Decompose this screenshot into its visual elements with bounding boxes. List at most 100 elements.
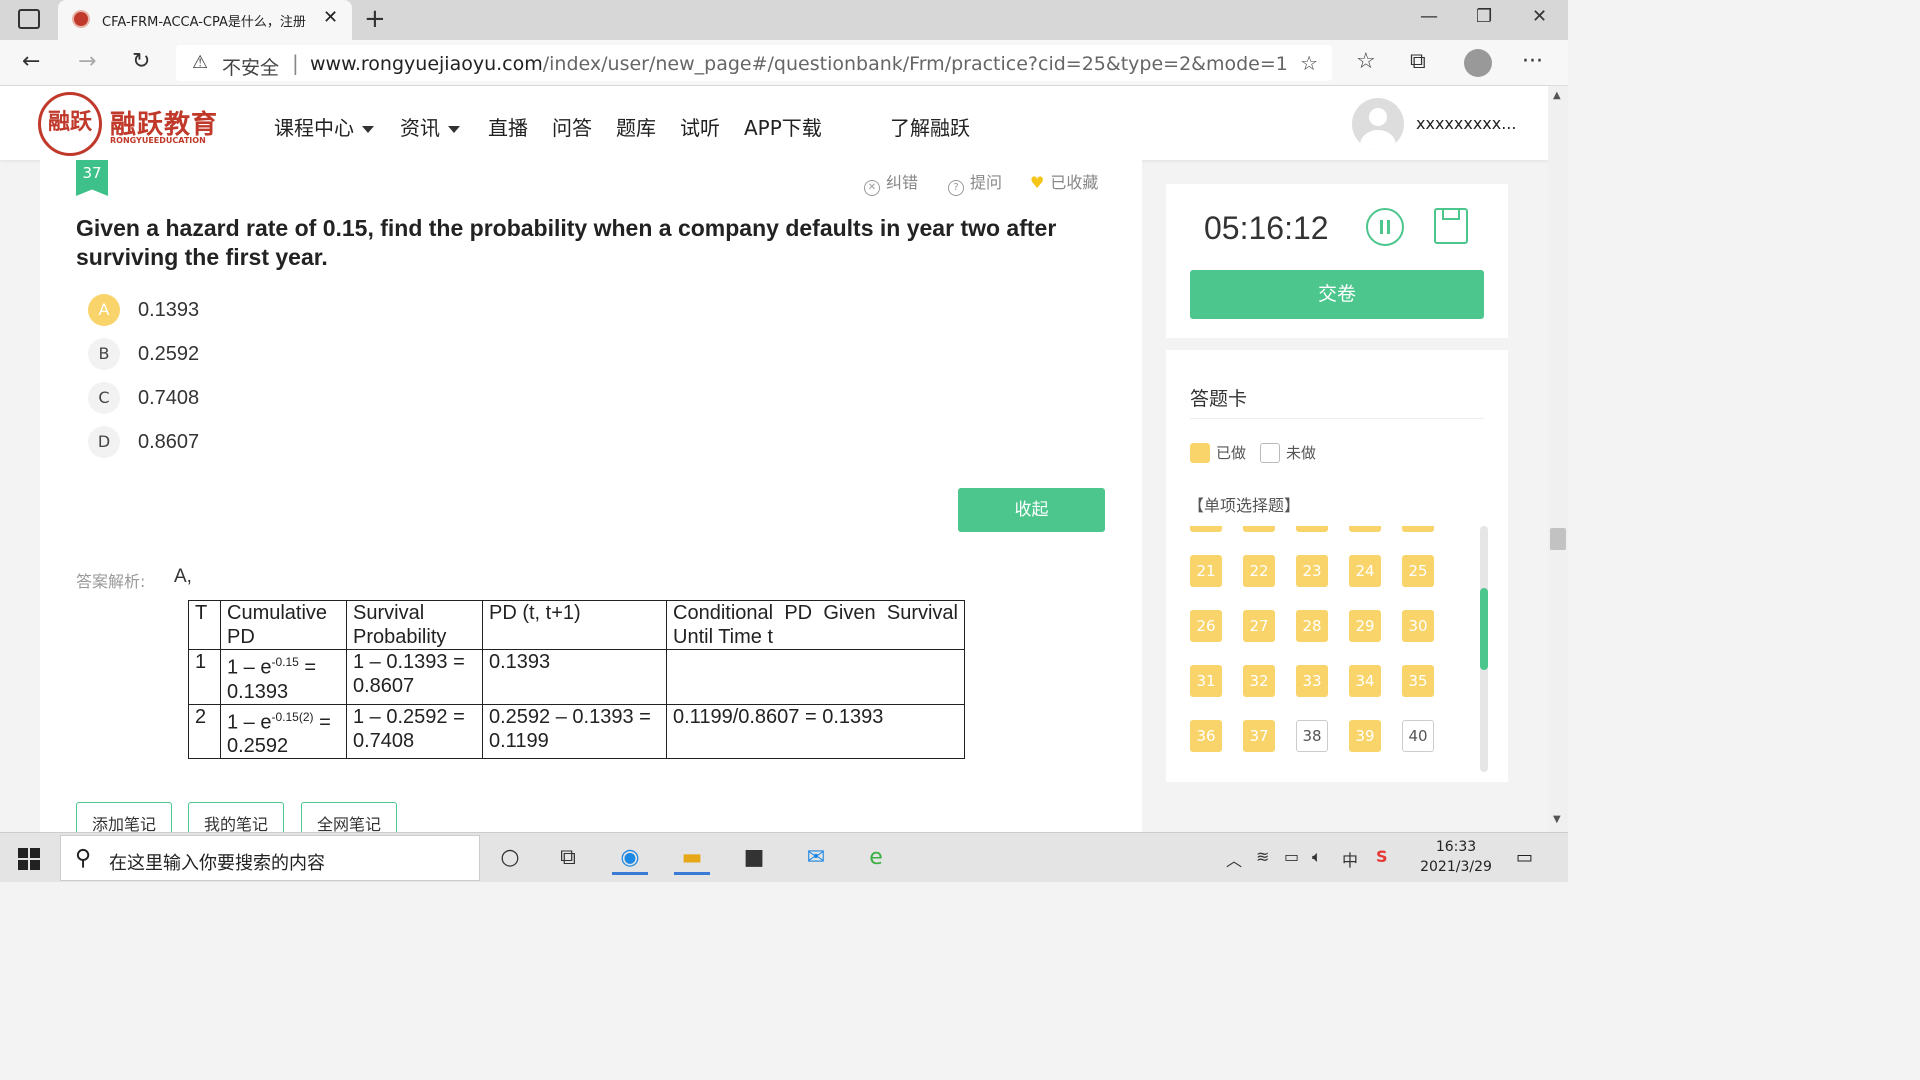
answer-card-item[interactable]: 19 [1349, 526, 1381, 532]
show-hidden-icons[interactable]: ︿ [1226, 847, 1242, 871]
favorites-icon[interactable]: ☆ [1356, 49, 1376, 74]
explanation-answer: A, [174, 566, 192, 587]
answer-card-item[interactable]: 40 [1402, 720, 1434, 752]
submit-exam-button[interactable]: 交卷 [1190, 270, 1484, 319]
nav-app-download[interactable]: APP下载 [744, 112, 822, 141]
favorited-button[interactable]: ♥ 已收藏 [1030, 169, 1098, 193]
edge-icon[interactable]: ◉ [612, 841, 648, 875]
tab-close-icon[interactable]: ✕ [323, 7, 338, 28]
table-cell: 0.2592 – 0.1393 = 0.1199 [482, 703, 667, 760]
minimize-icon[interactable]: — [1420, 6, 1438, 27]
answer-card-item[interactable]: 39 [1349, 720, 1381, 752]
task-view-icon[interactable]: ⧉ [550, 841, 586, 875]
site-favicon [72, 10, 90, 28]
pause-icon[interactable] [1366, 208, 1404, 246]
start-logo-pane [30, 848, 40, 858]
formula-exponent: -0.15 [271, 655, 299, 669]
answer-card-item[interactable]: 28 [1296, 610, 1328, 642]
collapse-button[interactable]: 收起 [958, 488, 1105, 532]
my-notes-button[interactable]: 我的笔记 [188, 802, 284, 832]
page-scrollbar[interactable]: ▲ ▼ [1548, 86, 1568, 832]
report-error-button[interactable]: ✕ 纠错 [864, 169, 918, 196]
nav-courses[interactable]: 课程中心 [274, 112, 374, 141]
answer-card-item[interactable]: 21 [1190, 555, 1222, 587]
taskbar-clock[interactable]: 16:33 2021/3/29 [1404, 837, 1508, 877]
answer-card-item[interactable]: 26 [1190, 610, 1222, 642]
user-avatar[interactable] [1352, 98, 1404, 150]
table-header: PD (t, t+1) [482, 600, 667, 650]
question-text: Given a hazard rate of 0.15, find the pr… [76, 215, 1057, 270]
ime-indicator[interactable]: 中 [1342, 847, 1358, 871]
answer-card-item[interactable]: 17 [1243, 526, 1275, 532]
windows-start-icon[interactable] [18, 848, 40, 870]
answer-card-item[interactable]: 37 [1243, 720, 1275, 752]
scrollbar-thumb[interactable] [1550, 528, 1566, 550]
cortana-icon[interactable]: ○ [492, 841, 528, 875]
ie-icon[interactable]: e [858, 841, 894, 875]
file-explorer-icon[interactable]: ▬ [674, 841, 710, 875]
answer-card-item[interactable]: 36 [1190, 720, 1222, 752]
answer-card-item[interactable]: 24 [1349, 555, 1381, 587]
countdown-timer: 05:16:12 [1204, 210, 1329, 246]
add-note-button[interactable]: 添加笔记 [76, 802, 172, 832]
wifi-icon[interactable]: ≋ [1256, 847, 1269, 866]
answer-card-scrollbar[interactable] [1480, 526, 1488, 772]
close-window-icon[interactable]: ✕ [1532, 6, 1547, 27]
restore-icon[interactable]: ❐ [1476, 6, 1492, 27]
volume-icon[interactable]: 🔈︎ [1312, 847, 1322, 867]
new-tab-button[interactable]: + [364, 4, 386, 34]
browser-tab[interactable]: CFA-FRM-ACCA-CPA是什么，注册 ✕ [58, 0, 352, 40]
nav-news[interactable]: 资讯 [400, 112, 460, 141]
answer-card-item[interactable]: 29 [1349, 610, 1381, 642]
add-favorite-icon[interactable]: ☆ [1300, 51, 1318, 75]
nav-questionbank[interactable]: 题库 [616, 112, 656, 141]
mail-icon[interactable]: ✉ [798, 841, 834, 875]
ask-question-button[interactable]: ? 提问 [948, 169, 1002, 196]
scrollbar-thumb[interactable] [1480, 588, 1488, 670]
profile-icon[interactable] [1464, 49, 1492, 77]
more-icon[interactable]: ··· [1522, 49, 1543, 74]
answer-card-item[interactable]: 35 [1402, 665, 1434, 697]
error-icon: ✕ [864, 180, 880, 196]
url-text[interactable]: www.rongyuejiaoyu.com/index/user/new_pag… [310, 53, 1288, 75]
sogou-icon[interactable]: S [1376, 847, 1388, 866]
save-icon[interactable] [1434, 208, 1468, 244]
collections-icon[interactable]: ⧉ [1410, 49, 1426, 74]
tab-title: CFA-FRM-ACCA-CPA是什么，注册 [102, 15, 306, 30]
scroll-up-icon[interactable]: ▲ [1553, 90, 1561, 101]
scroll-down-icon[interactable]: ▼ [1553, 814, 1561, 825]
answer-card-item[interactable]: 16 [1190, 526, 1222, 532]
notification-icon[interactable]: ▭ [1516, 847, 1533, 868]
table-row: 1 1 – e-0.15 = 0.1393 1 – 0.1393 = 0.860… [188, 649, 965, 705]
store-icon[interactable]: ■ [736, 841, 772, 875]
address-bar[interactable]: ⚠ 不安全 | www.rongyuejiaoyu.com/index/user… [176, 45, 1332, 81]
option-value: 0.7408 [138, 387, 200, 409]
tab-actions-icon[interactable] [18, 9, 40, 29]
answer-card-item[interactable]: 27 [1243, 610, 1275, 642]
answer-card-item[interactable]: 18 [1296, 526, 1328, 532]
answer-card-item[interactable]: 34 [1349, 665, 1381, 697]
site-logo[interactable]: 融跃 融跃教育 RONGYUEEDUCATION [38, 92, 218, 156]
answer-card-item[interactable]: 31 [1190, 665, 1222, 697]
back-icon[interactable]: ← [22, 49, 40, 74]
answer-card-item[interactable]: 25 [1402, 555, 1434, 587]
username[interactable]: xxxxxxxxx... [1416, 114, 1516, 133]
answer-card-item[interactable]: 38 [1296, 720, 1328, 752]
nav-qa[interactable]: 问答 [552, 112, 592, 141]
nav-trial[interactable]: 试听 [680, 112, 720, 141]
answer-card-item[interactable]: 22 [1243, 555, 1275, 587]
logo-seal: 融跃 [38, 92, 102, 156]
answer-card-item[interactable]: 30 [1402, 610, 1434, 642]
all-notes-button[interactable]: 全网笔记 [301, 802, 397, 832]
nav-live[interactable]: 直播 [488, 112, 528, 141]
answer-card-item[interactable]: 23 [1296, 555, 1328, 587]
nav-about[interactable]: 了解融跃 [890, 112, 970, 141]
forward-icon[interactable]: → [78, 49, 96, 74]
start-logo-pane [18, 860, 28, 870]
answer-card-item[interactable]: 20 [1402, 526, 1434, 532]
answer-card-item[interactable]: 32 [1243, 665, 1275, 697]
battery-icon[interactable]: ▭ [1284, 847, 1299, 866]
refresh-icon[interactable]: ↻ [132, 49, 150, 74]
taskbar-search[interactable]: ⚲ 在这里输入你要搜索的内容 [60, 835, 480, 881]
answer-card-item[interactable]: 33 [1296, 665, 1328, 697]
